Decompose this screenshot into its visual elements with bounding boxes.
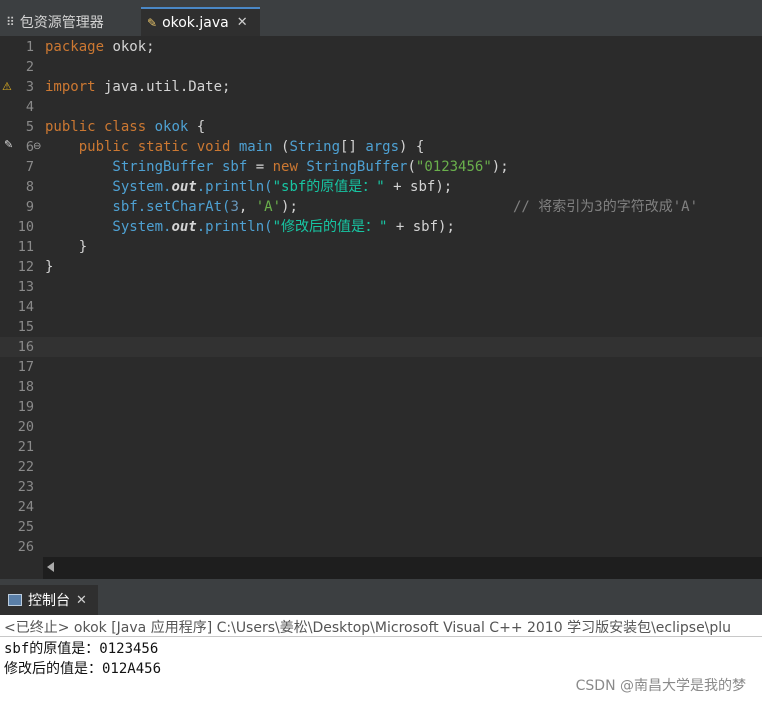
code-line[interactable]: 13: [0, 277, 762, 297]
code-line[interactable]: 26: [0, 537, 762, 557]
close-icon[interactable]: ✕: [237, 15, 248, 30]
code-line[interactable]: 6 ✎ ⊖ public static void main (String[] ar…: [0, 137, 762, 157]
code-line[interactable]: 11 }: [0, 237, 762, 257]
override-marker-icon: ✎: [4, 138, 14, 151]
code-text: public static void main (String[] args) …: [45, 139, 425, 155]
code-line[interactable]: 15: [0, 317, 762, 337]
code-line[interactable]: 16: [0, 337, 762, 357]
warning-icon[interactable]: ⚠: [2, 80, 12, 93]
line-number: 16: [17, 339, 34, 355]
code-line[interactable]: 25: [0, 517, 762, 537]
line-number: 9: [25, 199, 34, 215]
code-line[interactable]: 4: [0, 97, 762, 117]
code-text: StringBuffer sbf = new StringBuffer("012…: [45, 159, 509, 175]
code-line[interactable]: 19: [0, 397, 762, 417]
tab-label: 包资源管理器: [19, 14, 104, 31]
line-number: 12: [17, 259, 34, 275]
code-text: System.out.println("sbf的原值是：" + sbf);: [45, 179, 453, 195]
editor-tab-bar: ⠿ 包资源管理器 ✎ okok.java ✕: [0, 0, 762, 37]
line-number: 19: [17, 399, 34, 415]
console-status: <已终止> okok [Java 应用程序] C:\Users\姜松\Deskt…: [4, 620, 732, 636]
line-number: 1: [25, 39, 34, 55]
console-output-line: sbf的原值是：0123456: [4, 641, 159, 657]
line-number: 21: [17, 439, 34, 455]
close-icon[interactable]: ✕: [76, 593, 87, 608]
line-number: 8: [25, 179, 34, 195]
line-number: 7: [25, 159, 34, 175]
line-number: 5: [25, 119, 34, 135]
code-text: import java.util.Date;: [45, 79, 231, 95]
tab-console[interactable]: 控制台 ✕: [0, 585, 98, 615]
code-line[interactable]: 14: [0, 297, 762, 317]
console-output-line: 修改后的值是：012A456: [4, 661, 162, 677]
scroll-left-icon[interactable]: [47, 562, 54, 572]
code-text: }: [45, 239, 88, 255]
code-editor[interactable]: 1 package okok; 2 3 ⚠ import java.util.Date; 4…: [0, 37, 762, 579]
line-number: 2: [25, 59, 34, 75]
code-text: }: [45, 259, 54, 275]
line-number: 15: [17, 319, 34, 335]
code-text: System.out.println("修改后的值是：" + sbf);: [45, 219, 455, 235]
watermark: CSDN @南昌大学是我的梦: [575, 678, 746, 694]
code-comment: // 将索引为3的字符改成'A': [513, 199, 699, 215]
code-line[interactable]: 1 package okok;: [0, 37, 762, 57]
line-number: 14: [17, 299, 34, 315]
code-text: sbf.setCharAt(3, 'A');: [45, 199, 298, 215]
tab-label: okok.java: [162, 14, 229, 31]
code-line[interactable]: 7 StringBuffer sbf = new StringBuffer("0…: [0, 157, 762, 177]
code-line[interactable]: 2: [0, 57, 762, 77]
code-line[interactable]: 3 ⚠ import java.util.Date;: [0, 77, 762, 97]
tab-okok-java[interactable]: ✎ okok.java ✕: [141, 7, 260, 36]
code-line[interactable]: 12}: [0, 257, 762, 277]
code-line[interactable]: 22: [0, 457, 762, 477]
line-number: 4: [25, 99, 34, 115]
line-number: 25: [17, 519, 34, 535]
line-number: 26: [17, 539, 34, 555]
line-number: 23: [17, 479, 34, 495]
code-line[interactable]: 5 public class okok {: [0, 117, 762, 137]
code-line[interactable]: 23: [0, 477, 762, 497]
code-line[interactable]: 17: [0, 357, 762, 377]
tab-package-explorer[interactable]: ⠿ 包资源管理器: [0, 7, 134, 36]
console-icon: [8, 594, 22, 606]
code-line[interactable]: 8 System.out.println("sbf的原值是：" + sbf);: [0, 177, 762, 197]
console-tab-bar: 控制台 ✕: [0, 585, 762, 615]
line-number: 10: [17, 219, 34, 235]
line-number: 22: [17, 459, 34, 475]
code-text: package okok;: [45, 39, 155, 55]
console-output[interactable]: <已终止> okok [Java 应用程序] C:\Users\姜松\Deskt…: [0, 615, 762, 705]
horizontal-scrollbar[interactable]: [43, 557, 762, 579]
line-number: 20: [17, 419, 34, 435]
line-number: 13: [17, 279, 34, 295]
java-file-icon: ✎: [147, 15, 158, 30]
code-line[interactable]: 18: [0, 377, 762, 397]
fold-toggle-icon[interactable]: ⊖: [33, 137, 41, 157]
code-line[interactable]: 9 sbf.setCharAt(3, 'A'); // 将索引为3的字符改成'A': [0, 197, 762, 217]
package-explorer-icon: ⠿: [6, 14, 15, 29]
tab-label: 控制台: [28, 593, 70, 609]
code-text: public class okok {: [45, 119, 206, 135]
divider: [0, 636, 762, 637]
code-line[interactable]: 20: [0, 417, 762, 437]
code-line[interactable]: 24: [0, 497, 762, 517]
line-number: 11: [17, 239, 34, 255]
line-number: 24: [17, 499, 34, 515]
line-number: 17: [17, 359, 34, 375]
code-line[interactable]: 10 System.out.println("修改后的值是：" + sbf);: [0, 217, 762, 237]
code-line[interactable]: 21: [0, 437, 762, 457]
line-number: 18: [17, 379, 34, 395]
